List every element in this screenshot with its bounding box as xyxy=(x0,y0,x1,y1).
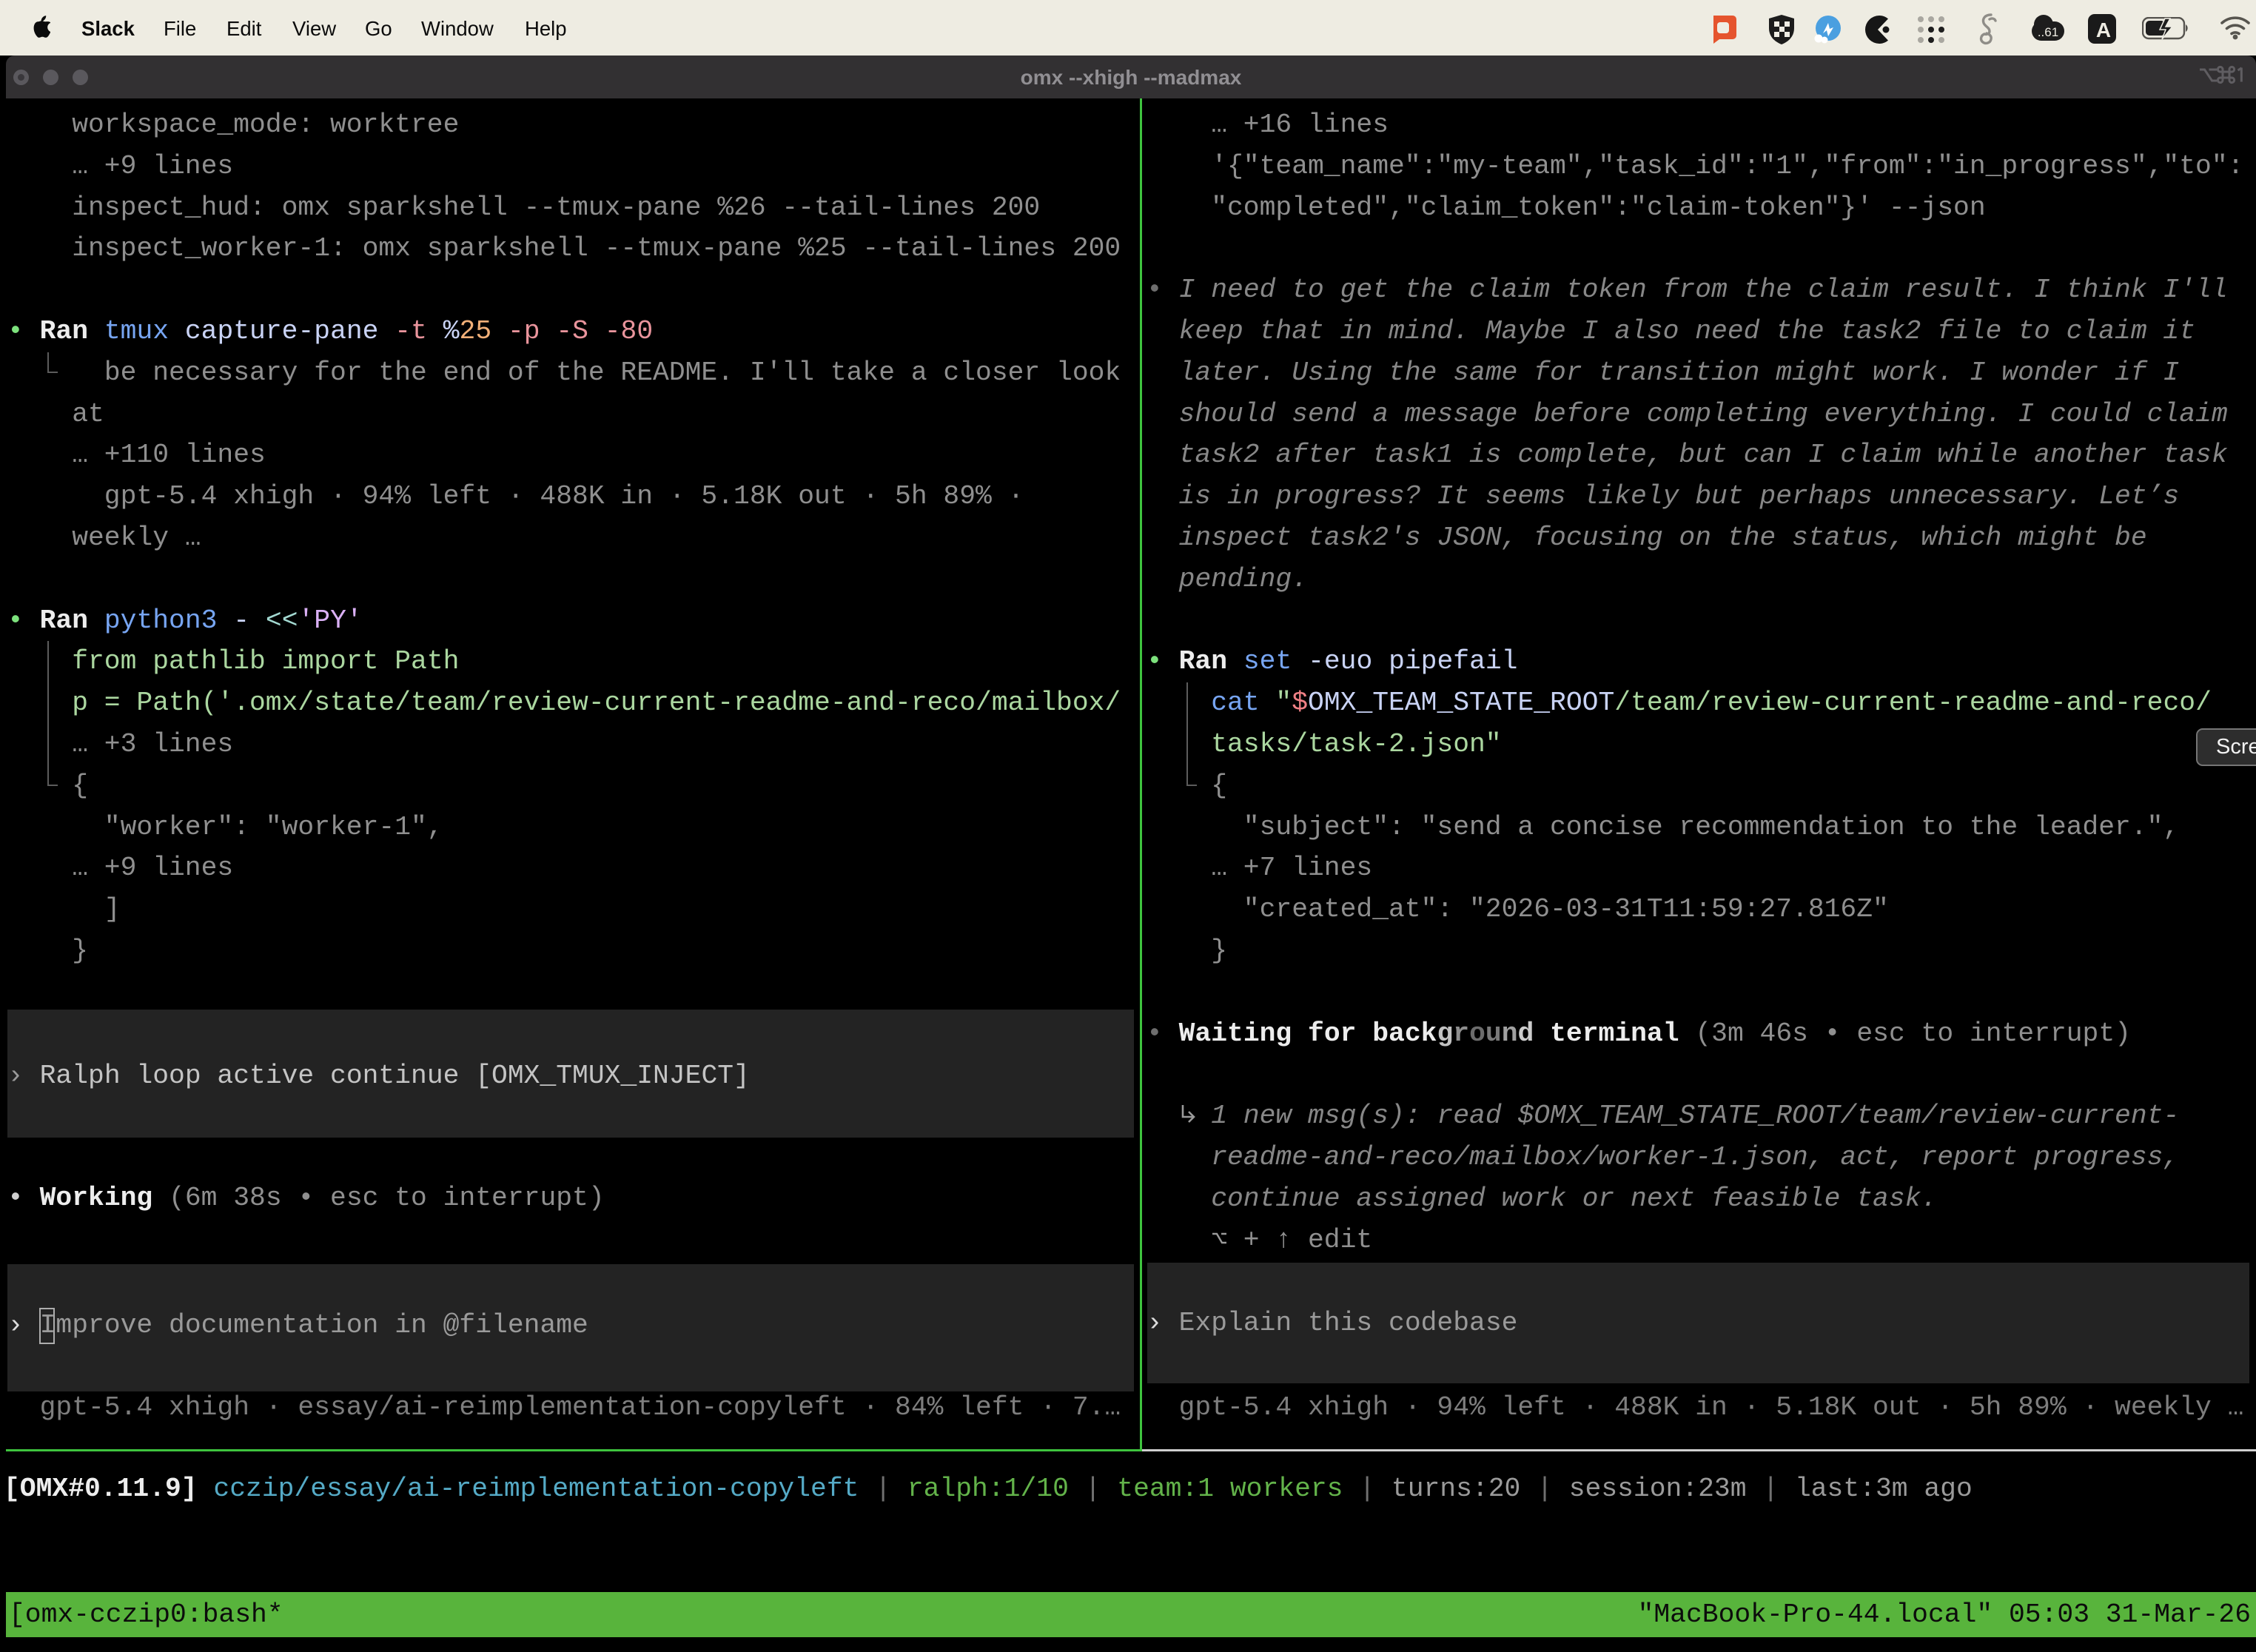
svg-text:..61: ..61 xyxy=(2038,25,2058,39)
svg-text:A: A xyxy=(2096,19,2111,41)
